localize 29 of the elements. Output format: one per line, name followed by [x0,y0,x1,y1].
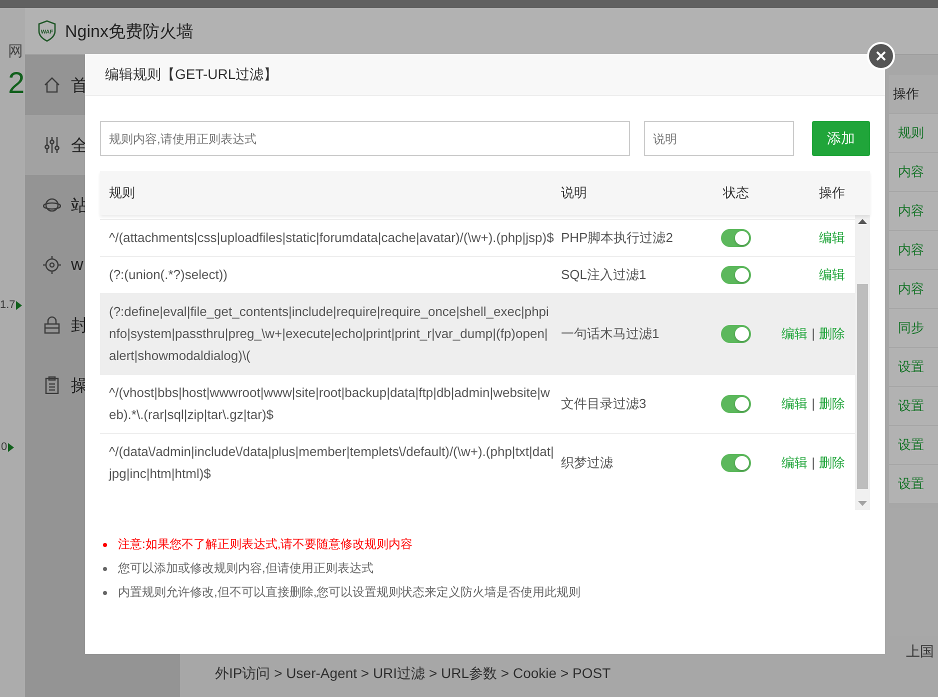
page-heading-fragment: 网 [8,42,24,61]
column-header: 说明 [560,184,588,202]
separator-text: | [812,395,815,413]
note-text: 您可以添加或修改规则内容,但请使用正则表达式 [118,560,374,577]
rule-text: ^/(attachments|css|uploadfiles|static|forumdata|cache|avatar)/(\w+).(php|jsp)$ [108,229,555,247]
description-text: 上国 [906,643,935,661]
stat-number: 2 [8,67,25,101]
separator-text: | [812,454,815,472]
description-text: PHP脚本执行过滤2 [560,229,674,247]
app-title: Nginx免费防火墙 [65,20,194,42]
description-text: 文件目录过滤3 [560,395,648,413]
note-text: 注意:如果您不了解正则表达式,请不要随意修改规则内容 [118,536,413,553]
stat-value: 1.7 [0,299,16,311]
stat-value: .0 [0,441,8,453]
priority-text: 外IP访问 > User-Agent > URI过滤 > URL参数 > Cookie > POST [215,665,612,683]
column-header: 规则 [108,184,136,202]
description-text: SQL注入过滤1 [560,266,648,284]
rule-text: ^/(data\/admin|include\/data|plus|member|templets\/default)/(\w+).(php|txt|dat|jpg|inc|htm|html)$ [108,443,555,483]
separator-text: | [812,325,815,343]
column-header: 操作 [818,184,846,202]
rule-text: (?:define|eval|file_get_contents|include|require|require_once|shell_exec|phpinfo|system|passthru|preg_\w+|execute|echo|print|print_r|var_dump|(fp)open|alert|showmodaldialog)\( [108,303,550,365]
description-text: 织梦过滤 [560,454,614,472]
description-text: 一句话木马过滤1 [560,325,660,343]
note-text: 内置规则允许修改,但不可以直接删除,您可以设置规则状态来定义防火墙是否使用此规则 [118,584,581,601]
column-header: 操作 [889,75,938,113]
column-header: 状态 [722,184,750,202]
dialog-title: 编辑规则【GET-URL过滤】 [105,66,278,84]
rule-text: ^/(vhost|bbs|host|wwwroot|www|site|root|backup|data|ftp|db|admin|website|web).*\.(rar|sql|zip|tar\.gz|tar)$ [108,384,551,424]
rule-text: (?:(union(.*?)select)) [108,266,228,284]
